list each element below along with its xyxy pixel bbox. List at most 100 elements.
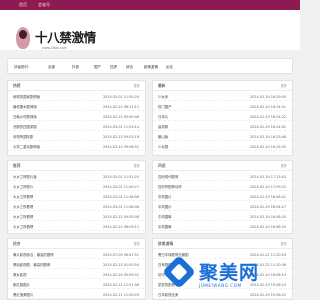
list-item[interactable]: 大乡之所配片 2024-03-01 11:49:27 (8, 183, 145, 191)
item-title[interactable]: 大乡之所配片板 (13, 173, 37, 181)
item-title[interactable]: 中风国片 (158, 203, 172, 211)
category-nav: 按番题材: 全部 抖音 国产 四虎 综合 欧美激情 乱伦 (7, 58, 293, 74)
list-item[interactable]: 中风国片 2024-02-19 16:54:27 (153, 203, 292, 211)
list-item[interactable]: 浣肠的四国菜剧 2024-03-01 11:53:14 (8, 123, 145, 131)
nav-item-sihu[interactable]: 四虎 (110, 63, 117, 71)
panel-title: 推荐 (13, 163, 21, 168)
item-title[interactable]: 美女影视 (13, 271, 27, 279)
list-item[interactable]: 最低要水剧情版 2024-02-22 08:11:11 (8, 103, 145, 111)
list-item[interactable]: 大乡之所看嗯 2024-03-01 11:48:46 (8, 203, 145, 211)
item-title[interactable]: 少女剧 (158, 143, 168, 151)
top-bar: 首页 会省号 (0, 0, 300, 10)
list-item[interactable]: 最山版 2024-02-19 16:23:48 (153, 133, 292, 141)
nav-item-douyin[interactable]: 抖音 (72, 63, 79, 71)
logo-text[interactable]: 十八禁激情 (35, 27, 96, 46)
list-item[interactable]: 华风国片 2024-02-19 16:58:41 (153, 193, 292, 201)
panel-header: 最新 更多 (153, 81, 292, 91)
item-title[interactable]: 卖嘴的国家剧情版 (13, 93, 40, 101)
item-title[interactable]: 中风国嘛 (158, 213, 172, 221)
list-item[interactable]: 新红旗图片 2024-02-21 11:51:58 (8, 281, 145, 289)
item-title[interactable]: 大乡之所配片 (13, 183, 33, 191)
panel-title: 综合 (13, 241, 21, 246)
item-title[interactable]: 最山版 (158, 133, 168, 141)
panel-general: 综合 更多 黄片影视综合，最高的剧情 2024-07-09 08:47:51 黑街影… (7, 238, 146, 300)
item-date: 2024-02-19 16:24:41 (249, 105, 286, 109)
list-item[interactable]: 传特所国际剧 2024-02-23 09:03:18 (8, 133, 145, 141)
more-link[interactable]: 更多 (281, 239, 287, 249)
more-link[interactable]: 更多 (281, 81, 287, 91)
list-item[interactable]: 中风国嘛 2024-02-19 16:46:20 (153, 223, 292, 231)
item-title[interactable]: 少女系 (158, 93, 168, 101)
item-title[interactable]: 四份所剧情动作 (158, 183, 182, 191)
item-title[interactable]: 大乡之所看嗯 (13, 213, 33, 221)
item-title[interactable]: 传特所国际剧 (13, 133, 33, 141)
list-item[interactable]: 少女系 2024-02-19 16:29:00 (153, 93, 292, 101)
panel-header: 欧美激情 更多 (153, 239, 292, 249)
list-item[interactable]: 四份所剧情动作 2024-02-19 17:09:22 (153, 183, 292, 191)
list-item[interactable]: 高清原 2024-02-19 16:24:02 (153, 123, 292, 131)
item-date: 2024-02-19 16:25:05 (249, 145, 286, 149)
item-title[interactable]: 日本片 (158, 113, 168, 121)
item-title[interactable]: 日韩乡村剧情版 (13, 113, 37, 121)
item-title[interactable]: 浣肠的四国菜剧 (13, 123, 37, 131)
item-title[interactable]: 大乡之所看嗯 (13, 203, 33, 211)
item-date: 2024-02-22 05:50:46 (102, 115, 139, 119)
more-link[interactable]: 更多 (134, 239, 140, 249)
logo-url: www.18av.com (42, 46, 67, 50)
list-item[interactable]: 美女影视 2024-02-24 05:55:01 (8, 271, 145, 279)
topbar-link-home[interactable]: 首页 (19, 0, 27, 10)
item-title[interactable]: 最低要水剧情版 (13, 103, 37, 111)
item-date: 2024-02-19 16:24:22 (249, 115, 286, 119)
more-link[interactable]: 更多 (134, 81, 140, 91)
more-link[interactable]: 更多 (134, 161, 140, 171)
nav-item-western[interactable]: 欧美激情 (144, 63, 158, 71)
list-item[interactable]: 中风国嘛 2024-02-19 16:46:20 (153, 213, 292, 221)
item-title[interactable]: 中风国嘛 (158, 223, 172, 231)
list-item[interactable]: 大乡之所看嗯 2024-02-22 09:05:08 (8, 213, 145, 221)
item-date: 2024-02-19 16:24:02 (249, 125, 286, 129)
item-title[interactable]: 大乡之所看嗯 (13, 193, 33, 201)
item-date: 2024-02-19 17:09:22 (249, 185, 286, 189)
item-title[interactable]: 黑街影视剧，最高的剧情 (13, 261, 50, 269)
item-title[interactable]: 热门国产 (158, 103, 172, 111)
item-title[interactable]: 大乡之所看嗯 (13, 223, 33, 231)
nav-label: 按番题材: (14, 65, 30, 69)
item-date: 2024-02-19 16:46:20 (249, 225, 286, 229)
list-item[interactable]: 日本片 2024-02-19 16:24:22 (153, 113, 292, 121)
nav-item-all[interactable]: 全部 (48, 63, 55, 71)
list-item[interactable]: 卖嘴的国家剧情版 2024-03-01 11:50:24 (8, 93, 145, 101)
item-date: 2024-03-01 11:49:27 (102, 185, 139, 189)
panel-sihu: 四虎 更多 四份现代剧情 2024-02-19 17:13:43 四份所剧情动作 20… (152, 160, 293, 234)
list-item[interactable]: 大乡之所配片板 2024-03-01 11:51:20 (8, 173, 145, 181)
list-item[interactable]: 黄片影视综合，最高的剧情 2024-07-09 08:47:51 (8, 251, 145, 259)
nav-item-other[interactable]: 乱伦 (166, 63, 173, 71)
more-link[interactable]: 更多 (281, 161, 287, 171)
list-item[interactable]: 热门国产 2024-02-19 16:24:41 (153, 103, 292, 111)
item-title[interactable]: 华风国片 (158, 193, 172, 201)
item-title[interactable]: 大学二重动剧情版 (13, 143, 40, 151)
item-title[interactable]: 四份现代剧情 (158, 173, 178, 181)
list-item[interactable]: 大乡之所看嗯 2024-02-22 08:03:11 (8, 223, 145, 231)
item-title[interactable]: 高清原 (158, 123, 168, 131)
list-item[interactable]: 大学二重动剧情版 2024-03-12 09:06:52 (8, 143, 145, 151)
item-title[interactable]: 新红旗图片 (13, 281, 30, 289)
logo-image[interactable] (16, 27, 30, 49)
panel-latest: 最新 更多 少女系 2024-02-19 16:29:00 热门国产 2024-02-… (152, 80, 293, 156)
panel-header: 综合 更多 (8, 239, 145, 249)
item-title[interactable]: 黄片影视综合，最高的剧情 (13, 251, 54, 259)
list-item[interactable]: 日韩乡村剧情版 2024-02-22 05:50:46 (8, 113, 145, 121)
list-item[interactable]: 少女剧 2024-02-19 16:25:05 (153, 143, 292, 151)
item-date: 2024-03-01 11:48:58 (102, 195, 139, 199)
item-date: 2024-02-23 09:03:18 (102, 135, 139, 139)
panel-recommend: 推荐 更多 大乡之所配片板 2024-03-01 11:51:20 大乡之所配片 20… (7, 160, 146, 234)
topbar-link-member[interactable]: 会省号 (38, 0, 50, 10)
item-date: 2024-02-22 08:03:11 (102, 225, 139, 229)
list-item[interactable]: 大乡之所看嗯 2024-03-01 11:48:58 (8, 193, 145, 201)
list-item[interactable]: 黑红鬼美图片 2024-02-21 11:50:20 (8, 291, 145, 299)
item-title[interactable]: 黑红鬼美图片 (13, 291, 33, 299)
list-item[interactable]: 四份现代剧情 2024-02-19 17:13:43 (153, 173, 292, 181)
nav-item-domestic[interactable]: 国产 (94, 63, 101, 71)
list-item[interactable]: 黑街影视剧，最高的剧情 2024-02-23 01:00:54 (8, 261, 145, 269)
nav-item-general[interactable]: 综合 (126, 63, 133, 71)
watermark: 聚美网 JUMEIWANG.COM (155, 255, 295, 300)
